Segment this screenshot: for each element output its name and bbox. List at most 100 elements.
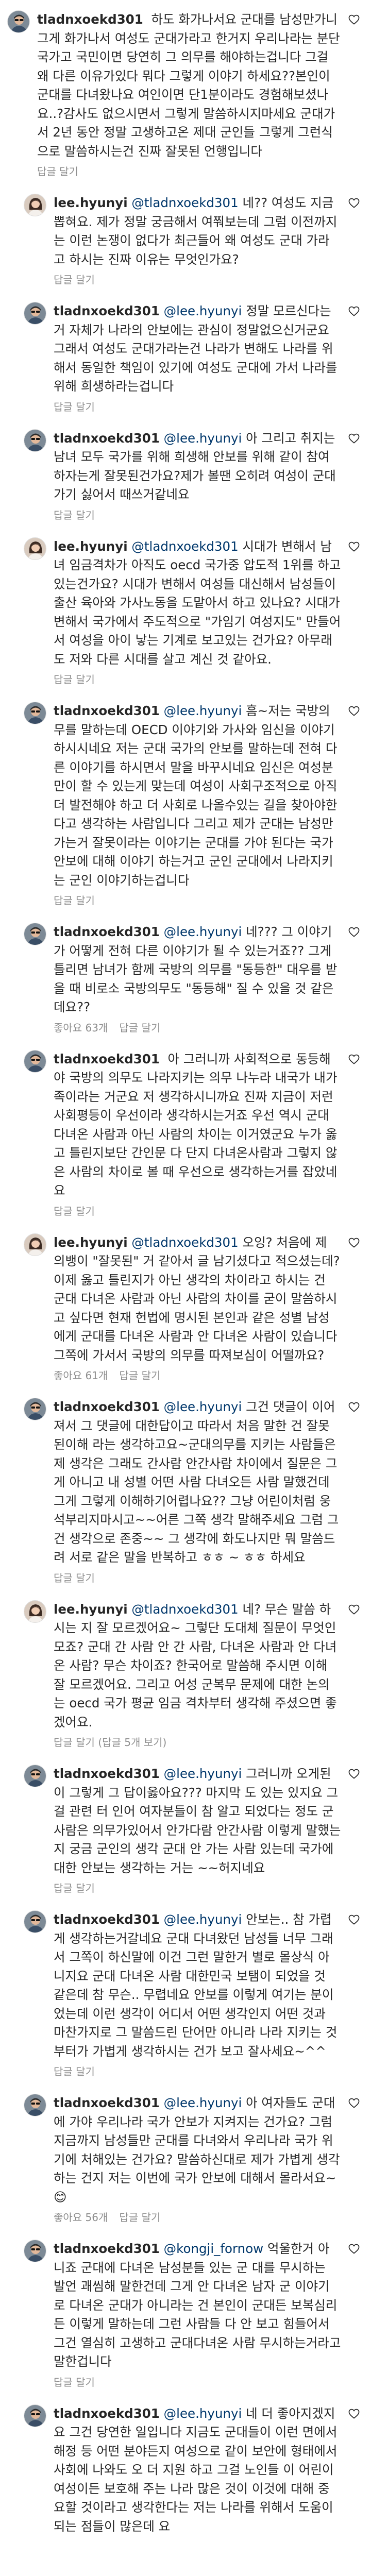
avatar-sunglasses-man[interactable] — [24, 1398, 46, 1420]
comment-text: lee.hyunyi @tladnxoekd301 네? 무슨 말씀 하시는 지… — [54, 1600, 341, 1732]
heart-icon[interactable] — [348, 2409, 360, 2419]
mention[interactable]: @lee.hyunyi — [164, 303, 242, 318]
mention[interactable]: @tladnxoekd301 — [131, 1602, 238, 1617]
mention[interactable]: @tladnxoekd301 — [131, 1235, 238, 1250]
reply-comment: tladnxoekd301 @lee.hyunyi 그러니까 오게된 이 그렇게… — [0, 1754, 371, 1900]
comment-meta: 답글 달기 — [54, 2065, 341, 2078]
username[interactable]: tladnxoekd301 — [54, 1052, 160, 1066]
like-count[interactable]: 좋아요 63개 — [54, 1021, 108, 1035]
username[interactable]: tladnxoekd301 — [54, 2095, 160, 2110]
heart-icon[interactable] — [348, 2244, 360, 2254]
reply-comment: tladnxoekd301 @lee.hyunyi 아 여자들도 군대에 가야 … — [0, 2083, 371, 2229]
comment-body: lee.hyunyi @tladnxoekd301 네?? 여성도 지금 뽑혀요… — [54, 194, 341, 286]
username[interactable]: tladnxoekd301 — [54, 2241, 160, 2256]
avatar-woman[interactable] — [24, 194, 46, 216]
reply-button[interactable]: 답글 달기 — [54, 894, 95, 907]
like-count[interactable]: 좋아요 61개 — [54, 1369, 108, 1382]
username[interactable]: lee.hyunyi — [54, 1235, 128, 1250]
heart-icon[interactable] — [348, 1769, 360, 1779]
heart-icon[interactable] — [348, 1914, 360, 1925]
comment-text: tladnxoekd301 @lee.hyunyi 그건 댓글이 이어져서 그 … — [54, 1398, 341, 1567]
avatar-sunglasses-man[interactable] — [24, 1910, 46, 1933]
comment-content: 시대가 변해서 남녀 임금격차가 아직도 oecd 국가중 압도적 1위를 하고… — [54, 538, 345, 667]
reply-button[interactable]: 답글 달기 (답글 5개 보기) — [54, 1736, 166, 1749]
heart-icon[interactable] — [348, 306, 360, 316]
reply-button[interactable]: 답글 달기 — [54, 1571, 95, 1585]
avatar-sunglasses-man[interactable] — [24, 1765, 46, 1787]
avatar-sunglasses-man[interactable] — [24, 923, 46, 945]
like-count[interactable]: 좋아요 56개 — [54, 2211, 108, 2224]
mention[interactable]: @tladnxoekd301 — [131, 539, 238, 554]
avatar-woman[interactable] — [24, 1233, 46, 1256]
mention[interactable]: @lee.hyunyi — [164, 1399, 242, 1414]
heart-icon[interactable] — [348, 1054, 360, 1064]
reply-button[interactable]: 답글 달기 — [54, 2376, 95, 2389]
reply-button[interactable]: 답글 달기 — [54, 2065, 95, 2078]
heart-icon[interactable] — [348, 1604, 360, 1615]
avatar-woman[interactable] — [24, 1600, 46, 1623]
comment-body: tladnxoekd301 아 그러니까 사회적으로 동등해야 국방의 의무도 … — [54, 1050, 341, 1218]
avatar-sunglasses-man[interactable] — [24, 429, 46, 452]
username[interactable]: tladnxoekd301 — [54, 2406, 160, 2421]
username[interactable]: lee.hyunyi — [54, 539, 128, 554]
heart-icon[interactable] — [348, 541, 360, 552]
heart-icon[interactable] — [348, 927, 360, 937]
comment-text: tladnxoekd301 @lee.hyunyi 그러니까 오게된 이 그렇게… — [54, 1765, 341, 1877]
username[interactable]: tladnxoekd301 — [54, 1912, 160, 1927]
mention[interactable]: @lee.hyunyi — [164, 924, 242, 939]
comment-text: tladnxoekd301 @lee.hyunyi 네??? 그 이야기가 어떻… — [54, 923, 341, 1017]
mention[interactable]: @kongji_fornow — [164, 2241, 264, 2256]
mention[interactable]: @lee.hyunyi — [164, 2095, 242, 2110]
comment-body: tladnxoekd301 하도 화가나서요 군대를 남성만가니 그게 화가나서… — [37, 10, 341, 178]
heart-icon[interactable] — [348, 433, 360, 444]
username[interactable]: tladnxoekd301 — [54, 924, 160, 939]
heart-icon[interactable] — [348, 14, 360, 25]
avatar-sunglasses-man[interactable] — [24, 2404, 46, 2427]
mention[interactable]: @tladnxoekd301 — [131, 195, 238, 210]
heart-icon[interactable] — [348, 2098, 360, 2108]
reply-button[interactable]: 답글 달기 — [119, 2211, 160, 2224]
reply-button[interactable]: 답글 달기 — [54, 273, 95, 286]
mention[interactable]: @lee.hyunyi — [164, 2406, 242, 2421]
heart-icon[interactable] — [348, 706, 360, 716]
avatar-sunglasses-man[interactable] — [7, 10, 30, 33]
reply-button[interactable]: 답글 달기 — [54, 400, 95, 414]
reply-button[interactable]: 답글 달기 — [37, 165, 78, 178]
username[interactable]: lee.hyunyi — [54, 1602, 128, 1617]
reply-comment: lee.hyunyi @tladnxoekd301 네?? 여성도 지금 뽑혀요… — [0, 183, 371, 292]
mention[interactable]: @lee.hyunyi — [164, 1912, 242, 1927]
comment-text: lee.hyunyi @tladnxoekd301 네?? 여성도 지금 뽑혀요… — [54, 194, 341, 269]
mention[interactable]: @lee.hyunyi — [164, 431, 242, 446]
username[interactable]: tladnxoekd301 — [37, 12, 143, 27]
username[interactable]: lee.hyunyi — [54, 195, 128, 210]
heart-icon[interactable] — [348, 1402, 360, 1412]
heart-icon[interactable] — [348, 198, 360, 208]
reply-button[interactable]: 답글 달기 — [54, 673, 95, 686]
username[interactable]: tladnxoekd301 — [54, 431, 160, 446]
mention[interactable]: @lee.hyunyi — [164, 1766, 242, 1781]
reply-comment: tladnxoekd301 아 그러니까 사회적으로 동등해야 국방의 의무도 … — [0, 1040, 371, 1223]
reply-button[interactable]: 답글 달기 — [54, 509, 95, 522]
avatar-sunglasses-man[interactable] — [24, 1049, 46, 1073]
comment-meta: 답글 달기 — [37, 165, 341, 178]
comment-thread: tladnxoekd301 하도 화가나서요 군대를 남성만가니 그게 화가나서… — [0, 0, 371, 2550]
comment-meta: 좋아요 63개 답글 달기 — [54, 1021, 341, 1035]
username[interactable]: tladnxoekd301 — [54, 1399, 160, 1414]
reply-button[interactable]: 답글 달기 — [119, 1021, 160, 1035]
avatar-sunglasses-man[interactable] — [24, 702, 46, 724]
avatar-sunglasses-man[interactable] — [24, 2240, 46, 2262]
mention[interactable]: @lee.hyunyi — [164, 703, 242, 718]
avatar-sunglasses-man[interactable] — [24, 302, 46, 325]
comment-meta: 답글 달기 — [54, 509, 341, 522]
username[interactable]: tladnxoekd301 — [54, 303, 160, 318]
reply-button[interactable]: 답글 달기 — [54, 1882, 95, 1895]
avatar-sunglasses-man[interactable] — [24, 2094, 46, 2116]
username[interactable]: tladnxoekd301 — [54, 703, 160, 718]
username[interactable]: tladnxoekd301 — [54, 1766, 160, 1781]
reply-button[interactable]: 답글 달기 — [119, 1369, 160, 1382]
avatar-woman[interactable] — [24, 537, 46, 560]
reply-button[interactable]: 답글 달기 — [54, 1205, 95, 1218]
heart-icon[interactable] — [348, 1238, 360, 1248]
comment-text: lee.hyunyi @tladnxoekd301 오잉? 처음에 제 의뱅이 … — [54, 1233, 341, 1365]
comment-body: tladnxoekd301 @lee.hyunyi 네??? 그 이야기가 어떻… — [54, 923, 341, 1035]
